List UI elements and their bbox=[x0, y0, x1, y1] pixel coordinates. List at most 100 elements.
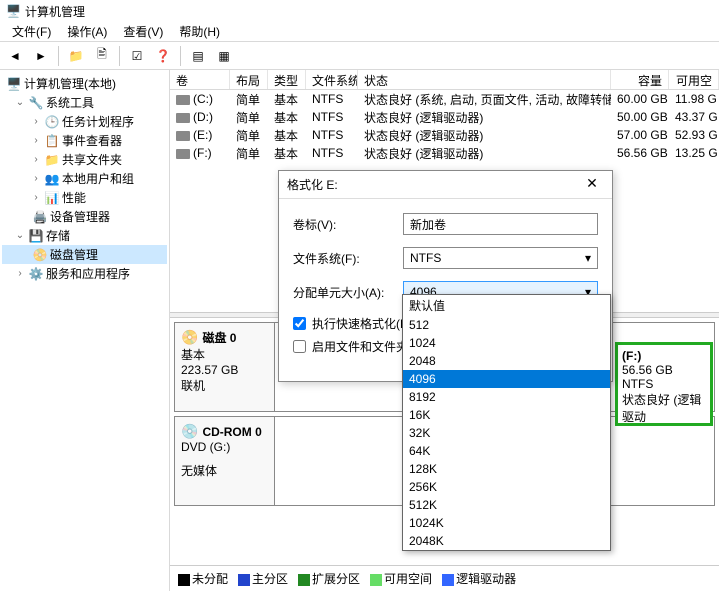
clock-icon: 🕒 bbox=[44, 114, 60, 130]
hdr-cap[interactable]: 容量 bbox=[611, 70, 669, 89]
hdr-free[interactable]: 可用空 bbox=[669, 70, 719, 89]
dropdown-option[interactable]: 8192 bbox=[403, 388, 610, 406]
expand-icon[interactable]: › bbox=[30, 135, 42, 146]
filesystem-select[interactable]: NTFS▾ bbox=[403, 247, 598, 269]
detail-button[interactable]: ▦ bbox=[213, 45, 235, 67]
partition-f[interactable]: (F:) 56.56 GB NTFS 状态良好 (逻辑驱动 bbox=[615, 342, 713, 426]
menu-view[interactable]: 查看(V) bbox=[115, 21, 171, 42]
volume-icon bbox=[176, 131, 190, 141]
list-button[interactable]: ▤ bbox=[187, 45, 209, 67]
expand-icon[interactable]: ⌄ bbox=[14, 230, 26, 241]
dropdown-option[interactable]: 32K bbox=[403, 424, 610, 442]
nav-tree: 🖥️计算机管理(本地) ⌄🔧系统工具 ›🕒任务计划程序 ›📋事件查看器 ›📁共享… bbox=[0, 70, 170, 591]
toolbar: ◄ ► 📁 🖹 ☑ ❓ ▤ ▦ bbox=[0, 42, 719, 70]
label-filesystem: 文件系统(F): bbox=[293, 250, 403, 267]
hdr-layout[interactable]: 布局 bbox=[230, 70, 268, 89]
label-allocation: 分配单元大小(A): bbox=[293, 284, 403, 301]
tree-devmgr[interactable]: 🖨️设备管理器 bbox=[2, 207, 167, 226]
legend-unalloc-icon bbox=[178, 574, 190, 586]
menu-bar: 文件(F) 操作(A) 查看(V) 帮助(H) bbox=[0, 22, 719, 42]
volume-icon bbox=[176, 95, 190, 105]
back-button[interactable]: ◄ bbox=[4, 45, 26, 67]
chevron-down-icon: ▾ bbox=[585, 251, 591, 265]
dropdown-option[interactable]: 4096 bbox=[403, 370, 610, 388]
dropdown-option[interactable]: 256K bbox=[403, 478, 610, 496]
menu-help[interactable]: 帮助(H) bbox=[171, 21, 228, 42]
hdr-volume[interactable]: 卷 bbox=[170, 70, 230, 89]
disk-icon: 📀 bbox=[181, 329, 198, 345]
menu-file[interactable]: 文件(F) bbox=[4, 21, 59, 42]
volume-icon bbox=[176, 113, 190, 123]
dropdown-option[interactable]: 512K bbox=[403, 496, 610, 514]
dialog-titlebar[interactable]: 格式化 E: ✕ bbox=[279, 171, 612, 199]
forward-button[interactable]: ► bbox=[30, 45, 52, 67]
legend-primary-icon bbox=[238, 574, 250, 586]
disk-icon: 📀 bbox=[32, 247, 48, 263]
tree-systools[interactable]: ⌄🔧系统工具 bbox=[2, 93, 167, 112]
volume-row[interactable]: (E:)简单基本NTFS状态良好 (逻辑驱动器)57.00 GB52.93 G bbox=[170, 126, 719, 144]
tree-users[interactable]: ›👥本地用户和组 bbox=[2, 169, 167, 188]
hdr-type[interactable]: 类型 bbox=[268, 70, 306, 89]
dropdown-option[interactable]: 默认值 bbox=[403, 295, 610, 316]
window-title: 计算机管理 bbox=[25, 3, 85, 20]
users-icon: 👥 bbox=[44, 171, 60, 187]
up-button[interactable]: 📁 bbox=[65, 45, 87, 67]
label-volume: 卷标(V): bbox=[293, 216, 403, 233]
menu-action[interactable]: 操作(A) bbox=[59, 21, 115, 42]
perf-icon: 📊 bbox=[44, 190, 60, 206]
separator bbox=[180, 46, 181, 66]
dropdown-option[interactable]: 2048K bbox=[403, 532, 610, 550]
expand-icon[interactable]: › bbox=[30, 173, 42, 184]
volume-icon bbox=[176, 149, 190, 159]
tree-storage[interactable]: ⌄💾存储 bbox=[2, 226, 167, 245]
expand-icon[interactable]: › bbox=[30, 116, 42, 127]
allocation-dropdown[interactable]: 默认值512102420484096819216K32K64K128K256K5… bbox=[402, 294, 611, 551]
volume-row[interactable]: (F:)简单基本NTFS状态良好 (逻辑驱动器)56.56 GB13.25 G bbox=[170, 144, 719, 162]
dropdown-option[interactable]: 16K bbox=[403, 406, 610, 424]
separator bbox=[58, 46, 59, 66]
close-button[interactable]: ✕ bbox=[580, 175, 604, 195]
expand-icon[interactable]: › bbox=[30, 154, 42, 165]
cdrom-icon: 💿 bbox=[181, 423, 198, 439]
device-icon: 🖨️ bbox=[32, 209, 48, 225]
refresh-button[interactable]: 🖹 bbox=[91, 45, 113, 67]
properties-button[interactable]: ☑ bbox=[126, 45, 148, 67]
services-icon: ⚙️ bbox=[28, 266, 44, 282]
volume-label-input[interactable] bbox=[403, 213, 598, 235]
disk-info: 📀磁盘 0 基本 223.57 GB 联机 bbox=[175, 323, 275, 411]
volume-list: (C:)简单基本NTFS状态良好 (系统, 启动, 页面文件, 活动, 故障转储… bbox=[170, 90, 719, 162]
expand-icon[interactable]: › bbox=[30, 192, 42, 203]
compress-checkbox[interactable] bbox=[293, 340, 306, 353]
hdr-fs[interactable]: 文件系统 bbox=[306, 70, 358, 89]
app-icon: 🖥️ bbox=[6, 4, 21, 18]
volume-row[interactable]: (D:)简单基本NTFS状态良好 (逻辑驱动器)50.00 GB43.37 G bbox=[170, 108, 719, 126]
dropdown-option[interactable]: 1024 bbox=[403, 334, 610, 352]
expand-icon[interactable]: › bbox=[14, 268, 26, 279]
legend-ext-icon bbox=[298, 574, 310, 586]
tree-event[interactable]: ›📋事件查看器 bbox=[2, 131, 167, 150]
dropdown-option[interactable]: 2048 bbox=[403, 352, 610, 370]
dropdown-option[interactable]: 1024K bbox=[403, 514, 610, 532]
window-titlebar: 🖥️ 计算机管理 bbox=[0, 0, 719, 22]
legend: 未分配 主分区 扩展分区 可用空间 逻辑驱动器 bbox=[170, 565, 719, 591]
tree-root[interactable]: 🖥️计算机管理(本地) bbox=[2, 74, 167, 93]
volume-row[interactable]: (C:)简单基本NTFS状态良好 (系统, 启动, 页面文件, 活动, 故障转储… bbox=[170, 90, 719, 108]
expand-icon[interactable]: ⌄ bbox=[14, 97, 26, 108]
legend-free-icon bbox=[370, 574, 382, 586]
legend-logical-icon bbox=[442, 574, 454, 586]
tree-services[interactable]: ›⚙️服务和应用程序 bbox=[2, 264, 167, 283]
help-button[interactable]: ❓ bbox=[152, 45, 174, 67]
folder-icon: 📁 bbox=[44, 152, 60, 168]
quick-format-checkbox[interactable] bbox=[293, 317, 306, 330]
tree-shared[interactable]: ›📁共享文件夹 bbox=[2, 150, 167, 169]
storage-icon: 💾 bbox=[28, 228, 44, 244]
dropdown-option[interactable]: 64K bbox=[403, 442, 610, 460]
tree-diskmgmt[interactable]: 📀磁盘管理 bbox=[2, 245, 167, 264]
dropdown-option[interactable]: 512 bbox=[403, 316, 610, 334]
tree-perf[interactable]: ›📊性能 bbox=[2, 188, 167, 207]
dialog-title: 格式化 E: bbox=[287, 176, 338, 193]
dropdown-option[interactable]: 128K bbox=[403, 460, 610, 478]
tree-task[interactable]: ›🕒任务计划程序 bbox=[2, 112, 167, 131]
tools-icon: 🔧 bbox=[28, 95, 44, 111]
hdr-status[interactable]: 状态 bbox=[358, 70, 611, 89]
